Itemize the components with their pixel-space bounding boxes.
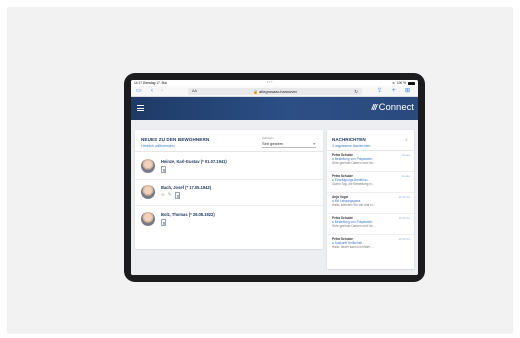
avatar — [141, 159, 155, 173]
status-right: ≋ 100 % — [392, 81, 415, 85]
back-icon[interactable]: ‹ — [151, 88, 153, 95]
connect-logo: /// Connect — [371, 102, 414, 113]
resident-name[interactable]: Bach, Josef (* 17.05.1943) — [161, 185, 211, 190]
unread-count[interactable]: 4 ungelesene Nachrichten — [332, 144, 370, 148]
resident-row[interactable]: Bolz, Thomas (* 29.08.1922) — [141, 210, 319, 232]
resident-actions — [161, 166, 166, 173]
forward-icon[interactable]: › — [161, 88, 163, 95]
url-text: 🔒 allegrosaar-hannover — [253, 89, 297, 94]
news-title: NEUES ZU DEN BEWOHNERN — [141, 137, 210, 142]
period-label: Zeitraum — [262, 136, 274, 140]
resident-row[interactable]: Heinze, Karl-Gustav (* 01.07.1941) — [141, 157, 319, 179]
period-select[interactable]: Seit gestern ▾ — [262, 141, 316, 148]
browser-toolbar: ▭ ‹ › AA 🔒 allegrosaar-hannover ↻ ⇪ + ⊞ — [131, 86, 418, 97]
status-time: 14:17 Dienstag 17. Mai — [134, 81, 167, 85]
resident-actions: ∞ ✎ — [161, 192, 180, 199]
message-item[interactable]: Anja Vogel 11.05.22 ● Mit Leistungspass … — [332, 195, 410, 211]
document-icon[interactable] — [161, 166, 166, 173]
message-preview: Sehr geehrte Damen und He... — [332, 161, 376, 165]
document-icon[interactable] — [161, 219, 166, 226]
multitask-dots[interactable]: ••• — [267, 80, 273, 84]
message-item[interactable]: Petra Schulze 11.05.22 ● Bestellung von … — [332, 216, 410, 232]
resident-actions — [161, 219, 166, 226]
divider — [135, 151, 323, 152]
message-preview: Hallo, leider kann ich leider ... — [332, 245, 374, 249]
divider — [327, 213, 414, 214]
resident-name[interactable]: Bolz, Thomas (* 29.08.1922) — [161, 212, 215, 217]
new-tab-icon[interactable]: + — [392, 88, 396, 95]
avatar — [141, 185, 155, 199]
divider — [135, 179, 323, 180]
message-preview: Hallo, könnten Sie mir mal ei... — [332, 203, 376, 207]
divider — [327, 171, 414, 172]
background-stage: 14:17 Dienstag 17. Mai ••• ≋ 100 % ▭ ‹ ›… — [7, 7, 513, 334]
message-item[interactable]: Petra Schulze 10.05.22 ● Auskunft Heilbe… — [332, 237, 410, 253]
tablet-screen: 14:17 Dienstag 17. Mai ••• ≋ 100 % ▭ ‹ ›… — [131, 80, 418, 275]
close-icon[interactable]: ✕ — [405, 137, 408, 142]
message-preview: Sehr geehrte Damen und He... — [332, 224, 376, 228]
divider — [327, 192, 414, 193]
messages-panel: NACHRICHTEN ✕ 4 ungelesene Nachrichten P… — [327, 130, 414, 269]
chevron-down-icon: ▾ — [313, 142, 315, 146]
tablet-frame: 14:17 Dienstag 17. Mai ••• ≋ 100 % ▭ ‹ ›… — [124, 73, 425, 282]
message-item[interactable]: Petra Schulze Heute ● Bestellung von Prä… — [332, 153, 410, 169]
battery-percent: 100 % — [396, 81, 406, 85]
battery-icon — [408, 81, 415, 85]
share-icon[interactable]: ⇪ — [377, 88, 382, 95]
resident-name[interactable]: Heinze, Karl-Gustav (* 01.07.1941) — [161, 159, 227, 164]
divider — [327, 234, 414, 235]
messages-title: NACHRICHTEN — [332, 137, 366, 142]
link-icon[interactable]: ∞ — [161, 192, 165, 199]
address-bar[interactable]: AA 🔒 allegrosaar-hannover ↻ — [188, 88, 362, 95]
message-preview: Guten Tag, die Bestellung in... — [332, 182, 375, 186]
avatar — [141, 212, 155, 226]
app-header: /// Connect — [131, 97, 418, 120]
wifi-icon: ≋ — [392, 81, 395, 85]
sidebar-icon[interactable]: ▭ — [136, 88, 142, 95]
menu-icon[interactable] — [137, 105, 144, 111]
divider — [327, 150, 414, 151]
document-icon[interactable] — [174, 192, 180, 199]
tabs-overview-icon[interactable]: ⊞ — [405, 88, 410, 95]
reload-icon[interactable]: ↻ — [354, 88, 358, 95]
divider — [135, 205, 323, 206]
resident-row[interactable]: Bach, Josef (* 17.05.1943) ∞ ✎ — [141, 183, 319, 205]
pen-icon[interactable]: ✎ — [168, 192, 172, 199]
message-item[interactable]: Petra Schulze Heute ● Einwilligungs-Best… — [332, 174, 410, 190]
news-subtitle: Herzlich willkommen! — [141, 144, 175, 148]
news-card: NEUES ZU DEN BEWOHNERN Herzlich willkomm… — [135, 130, 323, 249]
